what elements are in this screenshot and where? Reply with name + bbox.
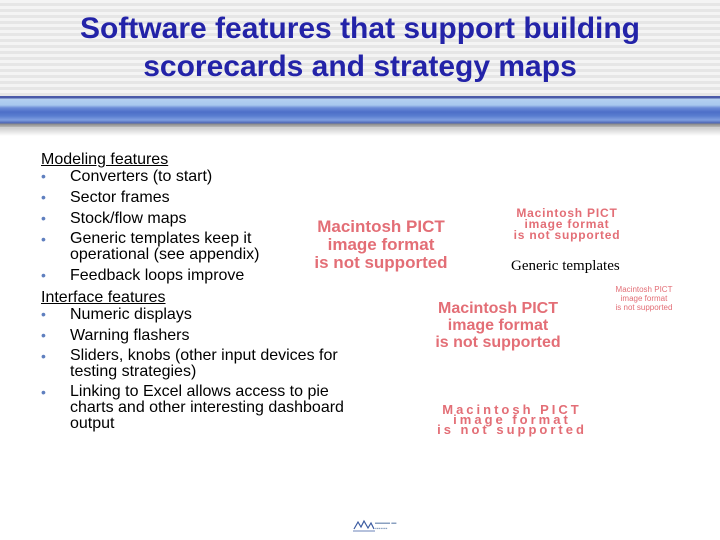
interface-features-heading: Interface features [41, 289, 166, 306]
title-banner: Software features that support building … [0, 0, 720, 96]
placeholder-line: is not supported [513, 228, 621, 242]
bullet-icon: • [41, 327, 46, 343]
placeholder-line: is not supported [615, 303, 673, 312]
list-item-text: Sector frames [70, 189, 170, 206]
placeholder-line: image format [620, 294, 668, 303]
bullet-icon: • [41, 267, 46, 283]
bullet-icon: • [41, 168, 46, 184]
mountain-logo-icon [353, 519, 375, 532]
list-item-text: Linking to Excel allows access to pie ch… [70, 383, 344, 432]
list-item: • Warning flashers [41, 327, 361, 344]
list-item: • Converters (to start) [41, 168, 361, 185]
divider-shadow [0, 128, 720, 136]
placeholder-line: image format [447, 317, 549, 334]
unsupported-image-placeholder: Macintosh PICT image format is not suppo… [415, 300, 581, 351]
list-item-text: Warning flashers [70, 327, 190, 344]
unsupported-image-placeholder: Macintosh PICT image format is not suppo… [370, 403, 654, 437]
slide-title: Software features that support building … [0, 10, 720, 86]
list-item-text: Sliders, knobs (other input devices for … [70, 347, 338, 380]
bullet-icon: • [41, 189, 46, 205]
bullet-icon: • [41, 306, 46, 322]
unsupported-image-placeholder: Macintosh PICT image format is not suppo… [601, 285, 687, 312]
bullet-icon: • [41, 384, 46, 400]
generic-templates-caption: Generic templates [511, 258, 620, 274]
bullet-icon: • [41, 231, 46, 247]
list-item: • Sliders, knobs (other input devices for… [41, 348, 370, 380]
bullet-icon: • [41, 348, 46, 364]
list-item: • Numeric displays [41, 306, 361, 323]
unsupported-image-placeholder: Macintosh PICT image format is not suppo… [492, 207, 642, 242]
placeholder-line: Macintosh PICT [437, 300, 558, 317]
list-item-text: Feedback loops improve [70, 267, 245, 284]
bullet-icon: • [41, 210, 46, 226]
modeling-features-heading: Modeling features [41, 151, 169, 168]
list-item-text: Stock/flow maps [70, 210, 187, 227]
placeholder-line: is not supported [314, 253, 448, 272]
footer-logo: ▬▬▬ ▬ ▪▪▪▪▪▪▪ [353, 519, 413, 535]
placeholder-line: image format [327, 235, 435, 254]
slide-title-line-2: scorecards and strategy maps [143, 50, 577, 83]
interface-features-list: • Numeric displays • Warning flashers • Sli… [41, 306, 361, 432]
placeholder-line: Macintosh PICT [317, 217, 445, 236]
list-item-text: Generic templates keep it operational (s… [70, 230, 260, 263]
slide-title-line-1: Software features that support building [79, 12, 641, 45]
list-item-text: Converters (to start) [70, 168, 213, 185]
list-item: • Generic templates keep it operational (… [41, 231, 305, 263]
bullet-content: Modeling features • Converters (to start)… [41, 150, 361, 436]
placeholder-line: is not supported [437, 422, 587, 437]
placeholder-line: Macintosh PICT [615, 285, 673, 294]
title-divider-bar [0, 96, 720, 128]
list-item-text: Numeric displays [70, 306, 192, 323]
list-item: • Linking to Excel allows access to pie c… [41, 384, 365, 432]
unsupported-image-placeholder: Macintosh PICT image format is not suppo… [300, 218, 462, 272]
logo-wordmark: ▬▬▬ ▬ ▪▪▪▪▪▪▪ [375, 520, 397, 532]
placeholder-line: is not supported [435, 334, 561, 351]
list-item: • Sector frames [41, 189, 361, 206]
